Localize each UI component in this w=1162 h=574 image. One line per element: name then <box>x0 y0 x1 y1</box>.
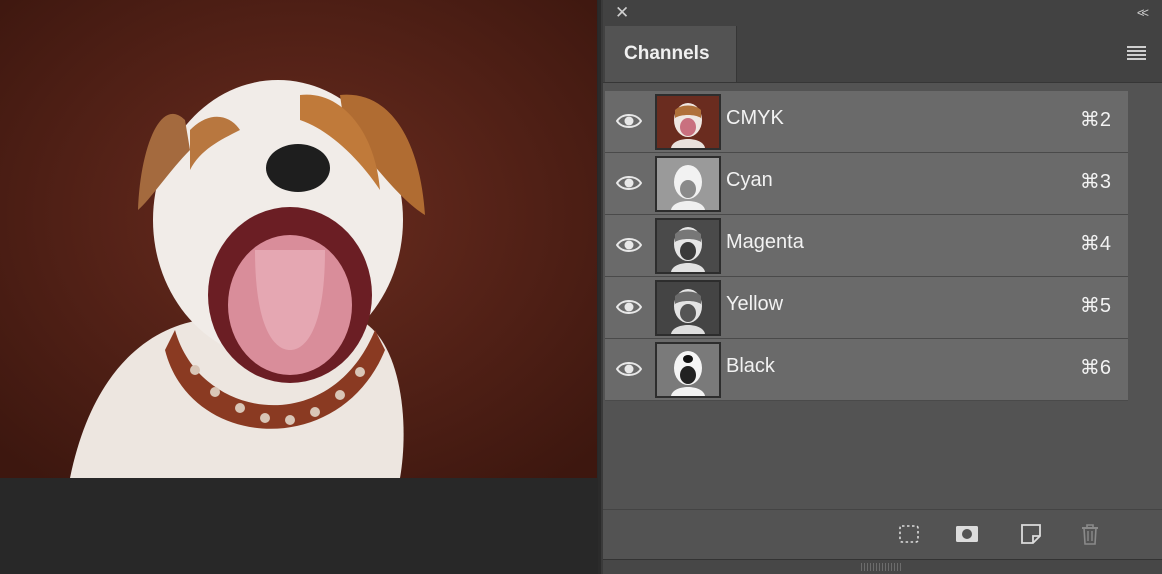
eye-icon[interactable] <box>616 111 642 131</box>
channel-label: Magenta <box>726 231 804 253</box>
panel-tab-bar: Channels <box>603 26 1162 83</box>
panel-bottom-toolbar <box>603 509 1162 560</box>
panel-menu-icon[interactable] <box>1127 46 1146 60</box>
channel-thumbnail <box>655 94 721 150</box>
tab-channels-label: Channels <box>624 43 710 64</box>
channel-shortcut: ⌘3 <box>1079 171 1111 193</box>
channel-row-yellow[interactable]: Yellow ⌘5 <box>605 277 1128 339</box>
new-channel-icon[interactable] <box>1019 522 1043 546</box>
channel-row-magenta[interactable]: Magenta ⌘4 <box>605 215 1128 277</box>
panel-scrollbar[interactable] <box>1130 91 1162 509</box>
channel-label: Cyan <box>726 169 773 191</box>
channel-list: CMYK ⌘2 Cyan ⌘3 Magenta ⌘4 Yellow ⌘5 Bla… <box>605 91 1128 401</box>
channel-thumbnail <box>655 156 721 212</box>
channel-shortcut: ⌘5 <box>1079 295 1111 317</box>
dog-photo <box>0 0 597 478</box>
channel-thumbnail <box>655 280 721 336</box>
eye-icon[interactable] <box>616 297 642 317</box>
channel-label: Black <box>726 355 775 377</box>
close-icon[interactable]: ✕ <box>615 4 629 21</box>
load-selection-icon[interactable] <box>897 522 921 546</box>
grip-icon <box>861 563 901 571</box>
channel-label: CMYK <box>726 107 784 129</box>
channel-thumbnail <box>655 342 721 398</box>
channel-row-cyan[interactable]: Cyan ⌘3 <box>605 153 1128 215</box>
document-canvas[interactable] <box>0 0 598 574</box>
channels-panel: ✕ << Channels CMYK ⌘2 Cyan ⌘3 Magenta ⌘4… <box>601 0 1162 574</box>
channel-row-black[interactable]: Black ⌘6 <box>605 339 1128 401</box>
channel-thumbnail <box>655 218 721 274</box>
panel-title-bar: ✕ << <box>603 0 1162 27</box>
eye-icon[interactable] <box>616 359 642 379</box>
channel-row-cmyk[interactable]: CMYK ⌘2 <box>605 91 1128 153</box>
collapse-icon[interactable]: << <box>1137 5 1149 20</box>
delete-channel-icon[interactable] <box>1078 522 1102 546</box>
channel-shortcut: ⌘6 <box>1079 357 1111 379</box>
eye-icon[interactable] <box>616 173 642 193</box>
save-selection-mask-icon[interactable] <box>955 522 979 546</box>
channel-shortcut: ⌘4 <box>1079 233 1111 255</box>
eye-icon[interactable] <box>616 235 642 255</box>
channel-label: Yellow <box>726 293 784 315</box>
channel-shortcut: ⌘2 <box>1079 109 1111 131</box>
tab-channels[interactable]: Channels <box>605 26 737 82</box>
panel-resize-handle[interactable] <box>603 559 1162 574</box>
